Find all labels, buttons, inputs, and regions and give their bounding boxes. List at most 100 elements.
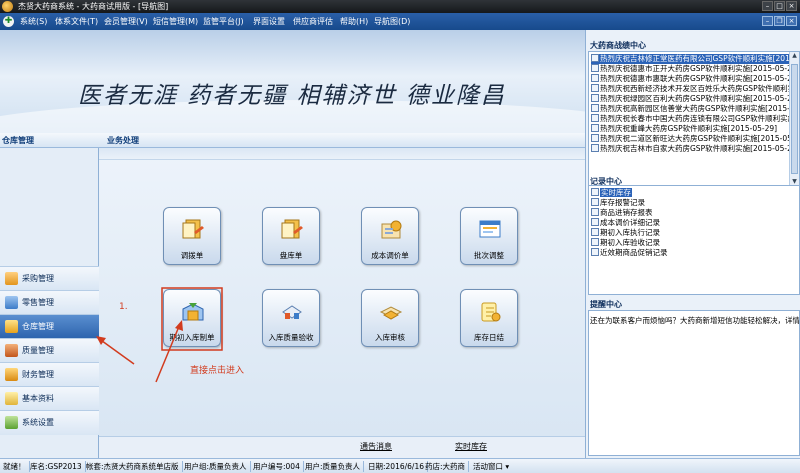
menu-interface-settings[interactable]: 界面设置 bbox=[253, 16, 285, 27]
news-item[interactable]: 热烈庆祝高新园区信善堂大药房GSP软件顺利实施[2015-0 bbox=[591, 104, 790, 114]
record-item-cost-adjustment[interactable]: 成本调价详细记录 bbox=[591, 218, 660, 228]
reminder-panel: 还在为联系客户而烦恼吗？大药商新增短信功能轻松解决，详情咨询 bbox=[588, 310, 800, 456]
tile-receiving-review[interactable]: 入库审核 bbox=[361, 289, 419, 347]
records-list: 实时库存 库存报警记录 商品进销存报表 成本调价详细记录 期初入库执行记录 期初… bbox=[588, 185, 800, 295]
record-item-opening-acceptance[interactable]: 期初入库验收记录 bbox=[591, 238, 660, 248]
tile-cost-adjustment[interactable]: 成本调价单 bbox=[361, 207, 419, 265]
document-icon bbox=[591, 144, 599, 152]
news-item[interactable]: 热烈庆祝西新经济技术开发区百姓乐大药房GSP软件顺利实施 bbox=[591, 84, 790, 94]
news-item-text: 热烈庆祝高新园区信善堂大药房GSP软件顺利实施[2015-0 bbox=[600, 104, 790, 113]
child-close-icon[interactable]: × bbox=[786, 16, 797, 26]
tile-batch-adjustment-label: 批次调整 bbox=[474, 251, 504, 260]
menu-member-management[interactable]: 会员管理(V) bbox=[104, 16, 148, 27]
annotation-number: 1. bbox=[119, 302, 128, 312]
warehouse-icon bbox=[5, 320, 18, 333]
news-item[interactable]: 热烈庆祝绿园区百利大药房GSP软件顺利实施[2015-05-29] bbox=[591, 94, 790, 104]
news-item-text: 热烈庆祝绿园区百利大药房GSP软件顺利实施[2015-05-29] bbox=[600, 94, 790, 103]
nav-basic-data[interactable]: 基本资料 bbox=[0, 386, 99, 410]
menu-supplier-evaluation[interactable]: 供应商评估 bbox=[293, 16, 333, 27]
tile-opening-stock-order-label: 期初入库制单 bbox=[169, 333, 215, 342]
minimize-icon[interactable]: – bbox=[762, 1, 773, 11]
annotation-text: 直接点击进入 bbox=[190, 366, 245, 376]
close-icon[interactable]: × bbox=[786, 1, 797, 11]
finance-icon bbox=[5, 368, 18, 381]
news-scrollbar[interactable]: ▲ ▼ bbox=[789, 52, 799, 189]
link-notices[interactable]: 通告消息 bbox=[360, 441, 392, 452]
link-realtime-stock[interactable]: 实时库存 bbox=[455, 441, 487, 452]
menu-navigation[interactable]: 导航图(D) bbox=[374, 16, 410, 27]
document-icon bbox=[591, 114, 599, 122]
inventory-count-icon bbox=[281, 219, 303, 239]
banner-motto: 医者无涯 药者无疆 相辅济世 德业隆昌 bbox=[78, 83, 506, 109]
tile-transfer-order[interactable]: 调拨单 bbox=[163, 207, 221, 265]
document-icon bbox=[591, 104, 599, 112]
news-item[interactable]: 热烈庆祝重峰大药房GSP软件顺利实施[2015-05-29] bbox=[591, 124, 790, 134]
nav-quality[interactable]: 质量管理 bbox=[0, 338, 99, 362]
record-item-stock-alarm[interactable]: 库存报警记录 bbox=[591, 198, 645, 208]
system-menu-icon[interactable]: ✚ bbox=[3, 16, 14, 27]
tile-batch-adjustment[interactable]: 批次调整 bbox=[460, 207, 518, 265]
news-item[interactable]: 热烈庆祝吉林市自家大药房GSP软件顺利实施[2015-05-29] bbox=[591, 144, 790, 154]
status-user-id: 用户编号:004 bbox=[253, 461, 304, 472]
scroll-up-icon[interactable]: ▲ bbox=[790, 52, 799, 62]
menu-quality-documents[interactable]: 体系文件(T) bbox=[55, 16, 98, 27]
tile-receiving-quality-check-label: 入库质量验收 bbox=[268, 333, 314, 342]
title-bar: 杰贤大药商系统 - 大药商试用版 - [导航图] – □ × bbox=[0, 0, 800, 13]
record-item-text: 期初入库执行记录 bbox=[600, 228, 660, 237]
status-database: 库名:GSP2013 bbox=[30, 461, 86, 472]
right-panel: 大药商战绩中心 热烈庆祝吉林修正堂医药有限公司GSP软件顺利实施[2015-0 … bbox=[585, 30, 800, 458]
scroll-thumb[interactable] bbox=[791, 64, 798, 174]
active-window-dropdown[interactable]: 活动窗口 ▾ bbox=[473, 461, 512, 472]
menu-system[interactable]: 系统(S) bbox=[20, 16, 47, 27]
maximize-icon[interactable]: □ bbox=[774, 1, 785, 11]
transfer-order-icon bbox=[182, 219, 204, 239]
record-item-opening-execution[interactable]: 期初入库执行记录 bbox=[591, 228, 660, 238]
news-item-text: 热烈庆祝吉林修正堂医药有限公司GSP软件顺利实施[2015-0 bbox=[600, 54, 790, 63]
record-item-text: 实时库存 bbox=[600, 188, 632, 197]
child-minimize-icon[interactable]: – bbox=[762, 16, 773, 26]
tile-cost-adjustment-label: 成本调价单 bbox=[371, 251, 409, 260]
nav-system-settings[interactable]: 系统设置 bbox=[0, 410, 99, 435]
news-item-text: 热烈庆祝长春市中国大药房连锁有限公司GSP软件顺利实施 bbox=[600, 114, 790, 123]
news-item[interactable]: 热烈庆祝长春市中国大药房连锁有限公司GSP软件顺利实施 bbox=[591, 114, 790, 124]
document-icon bbox=[591, 218, 599, 226]
document-icon bbox=[591, 124, 599, 132]
batch-adjustment-icon bbox=[479, 220, 501, 238]
nav-purchase-label: 采购管理 bbox=[22, 274, 54, 283]
news-item[interactable]: 热烈庆祝吉林修正堂医药有限公司GSP软件顺利实施[2015-0 bbox=[591, 54, 790, 64]
tile-receiving-review-label: 入库审核 bbox=[375, 333, 405, 342]
nav-system-settings-label: 系统设置 bbox=[22, 418, 54, 427]
business-header: 业务处理 bbox=[99, 133, 585, 148]
news-item[interactable]: 热烈庆祝德惠市正开大药房GSP软件顺利实施[2015-05-29] bbox=[591, 64, 790, 74]
record-item-text: 期初入库验收记录 bbox=[600, 238, 660, 247]
document-icon bbox=[591, 188, 599, 196]
record-item-near-expiry[interactable]: 近效期商品促销记录 bbox=[591, 248, 668, 258]
tile-receiving-quality-check[interactable]: 入库质量验收 bbox=[262, 289, 320, 347]
nav-retail[interactable]: 零售管理 bbox=[0, 290, 99, 314]
receiving-review-icon bbox=[379, 306, 403, 320]
child-restore-icon[interactable]: ❐ bbox=[774, 16, 785, 26]
menu-sms-management[interactable]: 短信管理(M) bbox=[153, 16, 198, 27]
record-item-sales-report[interactable]: 商品进销存报表 bbox=[591, 208, 653, 218]
receiving-quality-check-icon bbox=[282, 305, 302, 319]
record-item-realtime-stock[interactable]: 实时库存 bbox=[591, 188, 632, 198]
menu-help[interactable]: 帮助(H) bbox=[340, 16, 368, 27]
tile-opening-stock-order[interactable]: 期初入库制单 bbox=[163, 289, 221, 347]
opening-stock-order-icon bbox=[182, 303, 204, 321]
news-item[interactable]: 热烈庆祝二道区新旺达大药房GSP软件顺利实施[2015-05-2 bbox=[591, 134, 790, 144]
status-account: 帐套:杰贤大药商系统单店版 bbox=[86, 461, 183, 472]
menu-supervision-platform[interactable]: 监管平台(J) bbox=[203, 16, 244, 27]
document-icon bbox=[591, 54, 599, 62]
tile-daily-inventory-close[interactable]: 库存日结 bbox=[460, 289, 518, 347]
nav-finance[interactable]: 财务管理 bbox=[0, 362, 99, 386]
nav-purchase[interactable]: 采购管理 bbox=[0, 266, 99, 290]
document-icon bbox=[591, 228, 599, 236]
status-user: 用户:质量负责人 bbox=[305, 461, 365, 472]
nav-basic-data-label: 基本资料 bbox=[22, 394, 54, 403]
nav-warehouse[interactable]: 仓库管理 bbox=[0, 314, 99, 338]
status-user-group: 用户组:质量负责人 bbox=[184, 461, 251, 472]
document-icon bbox=[591, 198, 599, 206]
banner: 医者无涯 药者无疆 相辅济世 德业隆昌 bbox=[0, 30, 585, 133]
tile-inventory-count[interactable]: 盘库单 bbox=[262, 207, 320, 265]
news-item[interactable]: 热烈庆祝德惠市惠联大药房GSP软件顺利实施[2015-05-29] bbox=[591, 74, 790, 84]
